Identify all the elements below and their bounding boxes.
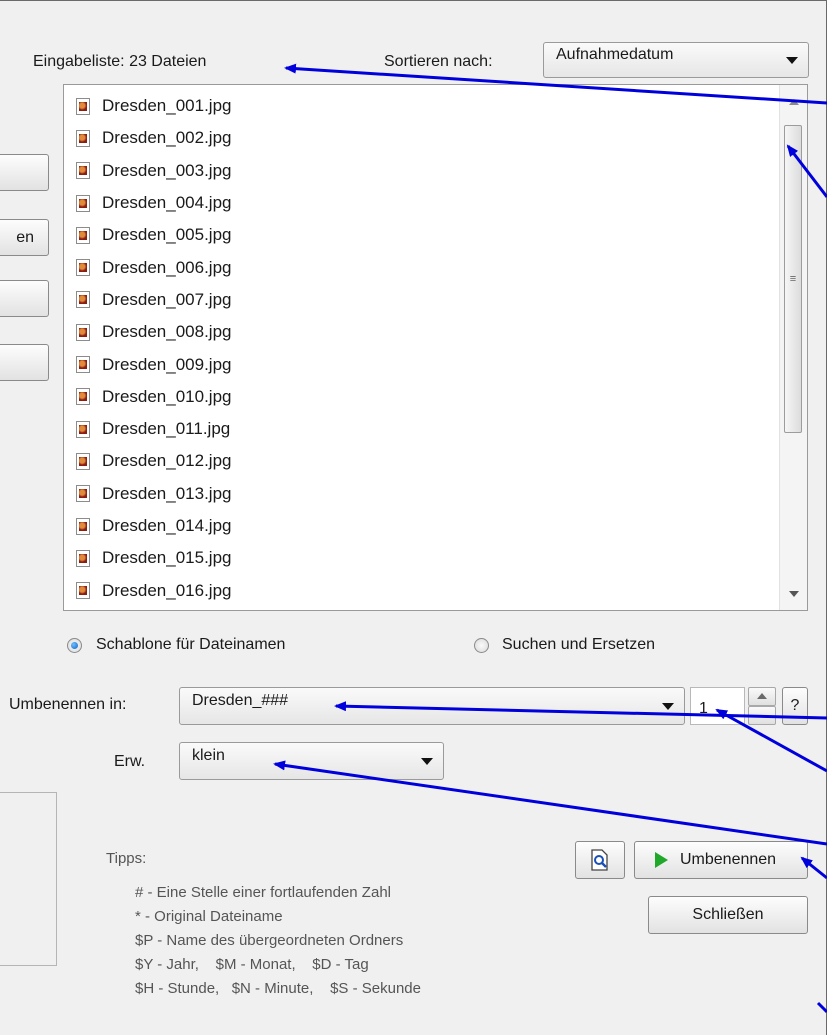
help-button-label: ? — [790, 697, 800, 714]
jpeg-file-icon — [76, 388, 90, 406]
list-item[interactable]: Dresden_006.jpg — [76, 251, 231, 283]
jpeg-file-icon — [76, 162, 90, 180]
list-item[interactable]: Dresden_005.jpg — [76, 219, 231, 251]
rename-template-combo[interactable]: Dresden_### — [179, 687, 685, 725]
rename-button-label: Umbenennen — [680, 851, 777, 868]
input-list-label: Eingabeliste: 23 Dateien — [33, 53, 207, 70]
jpeg-file-icon — [76, 194, 90, 212]
extension-dropdown[interactable]: klein — [179, 742, 444, 780]
file-name: Dresden_010.jpg — [102, 386, 232, 406]
jpeg-file-icon — [76, 452, 90, 470]
rename-button[interactable]: Umbenennen — [634, 841, 808, 879]
spin-up-icon — [757, 693, 767, 699]
jpeg-file-icon — [76, 291, 90, 309]
left-button-4[interactable] — [0, 344, 49, 381]
file-list-items: Dresden_001.jpg Dresden_002.jpg Dresden_00… — [76, 90, 231, 610]
sort-dropdown-value: Aufnahmedatum — [556, 46, 674, 63]
tip-line: $H - Stunde, $N - Minute, $S - Sekunde — [135, 980, 421, 997]
list-item[interactable]: Dresden_004.jpg — [76, 187, 231, 219]
scroll-up-icon[interactable] — [789, 99, 799, 105]
file-name: Dresden_007.jpg — [102, 289, 232, 309]
file-name: Dresden_012.jpg — [102, 451, 232, 471]
jpeg-file-icon — [76, 226, 90, 244]
jpeg-file-icon — [76, 549, 90, 567]
file-list-scrollbar[interactable]: ≡ — [779, 85, 807, 610]
list-item[interactable]: Dresden_014.jpg — [76, 510, 231, 542]
list-item[interactable]: Dresden_016.jpg — [76, 574, 231, 606]
left-frame — [0, 792, 57, 966]
jpeg-file-icon — [76, 517, 90, 535]
file-name: Dresden_005.jpg — [102, 225, 232, 245]
close-button[interactable]: Schließen — [648, 896, 808, 934]
file-name: Dresden_014.jpg — [102, 516, 232, 535]
rename-template-value[interactable]: Dresden_### — [192, 692, 288, 710]
left-button-3[interactable] — [0, 280, 49, 317]
jpeg-file-icon — [76, 259, 90, 277]
chevron-down-icon — [421, 758, 433, 765]
file-name: Dresden_003.jpg — [102, 160, 232, 180]
list-item[interactable]: Dresden_012.jpg — [76, 445, 231, 477]
search-replace-radio[interactable] — [474, 638, 489, 653]
file-name: Dresden_011.jpg — [102, 419, 231, 439]
scrollbar-thumb[interactable]: ≡ — [784, 125, 802, 433]
help-button[interactable]: ? — [782, 687, 808, 725]
jpeg-file-icon — [76, 485, 90, 503]
sort-dropdown[interactable]: Aufnahmedatum — [543, 42, 809, 78]
magnifier-document-icon — [591, 849, 608, 871]
file-name: Dresden_015.jpg — [102, 548, 232, 568]
list-item[interactable]: Dresden_009.jpg — [76, 348, 231, 380]
spin-down-button[interactable] — [748, 706, 776, 725]
chevron-down-icon[interactable] — [662, 703, 674, 710]
file-name: Dresden_001.jpg — [102, 96, 232, 116]
left-button-1[interactable] — [0, 154, 49, 191]
list-item[interactable]: Dresden_007.jpg — [76, 284, 231, 316]
sort-label: Sortieren nach: — [384, 53, 493, 70]
left-button-2[interactable]: en — [0, 219, 49, 256]
template-radio-label[interactable]: Schablone für Dateinamen — [96, 636, 285, 654]
extension-value: klein — [192, 747, 225, 764]
file-name: Dresden_013.jpg — [102, 483, 232, 503]
left-button-2-label: en — [16, 228, 34, 246]
file-name: Dresden_006.jpg — [102, 257, 232, 277]
jpeg-file-icon — [76, 129, 90, 147]
file-list[interactable]: Dresden_001.jpg Dresden_002.jpg Dresden_00… — [63, 84, 808, 611]
jpeg-file-icon — [76, 356, 90, 374]
file-name: Dresden_008.jpg — [102, 322, 232, 342]
file-name: Dresden_016.jpg — [102, 580, 232, 600]
list-item[interactable]: Dresden_008.jpg — [76, 316, 231, 348]
list-item[interactable]: Dresden_011.jpg — [76, 413, 231, 445]
scroll-down-icon[interactable] — [789, 591, 799, 597]
jpeg-file-icon — [76, 323, 90, 341]
play-icon — [655, 852, 668, 868]
jpeg-file-icon — [76, 97, 90, 115]
start-number-input[interactable]: 1 — [690, 687, 745, 725]
list-item[interactable]: Dresden_013.jpg — [76, 478, 231, 510]
file-name: Dresden_009.jpg — [102, 354, 232, 374]
list-item[interactable]: Dresden_015.jpg — [76, 542, 231, 574]
list-item[interactable]: Dresden_010.jpg — [76, 381, 231, 413]
list-item[interactable]: Dresden_002.jpg — [76, 122, 231, 154]
file-name: Dresden_002.jpg — [102, 128, 232, 148]
template-radio[interactable] — [67, 638, 82, 653]
tip-line: # - Eine Stelle einer fortlaufenden Zahl — [135, 884, 391, 901]
jpeg-file-icon — [76, 420, 90, 438]
chevron-down-icon — [786, 57, 798, 64]
close-button-label: Schließen — [692, 906, 764, 923]
tip-line: * - Original Dateiname — [135, 908, 283, 925]
rename-dialog: Eingabeliste: 23 Dateien Sortieren nach:… — [0, 0, 827, 1035]
list-item[interactable]: Dresden_017.jpg — [76, 607, 231, 610]
tips-title: Tipps: — [106, 850, 147, 867]
start-number-value[interactable]: 1 — [699, 700, 708, 717]
file-name: Dresden_004.jpg — [102, 193, 232, 213]
list-item[interactable]: Dresden_001.jpg — [76, 90, 231, 122]
extension-label: Erw. — [114, 753, 146, 770]
tip-line: $P - Name des übergeordneten Ordners — [135, 932, 404, 949]
preview-button[interactable] — [575, 841, 625, 879]
search-replace-radio-label[interactable]: Suchen und Ersetzen — [502, 636, 655, 654]
spin-up-button[interactable] — [748, 687, 776, 706]
list-item[interactable]: Dresden_003.jpg — [76, 155, 231, 187]
rename-to-label: Umbenennen in: — [9, 696, 127, 713]
jpeg-file-icon — [76, 582, 90, 600]
tip-line: $Y - Jahr, $M - Monat, $D - Tag — [135, 956, 369, 973]
